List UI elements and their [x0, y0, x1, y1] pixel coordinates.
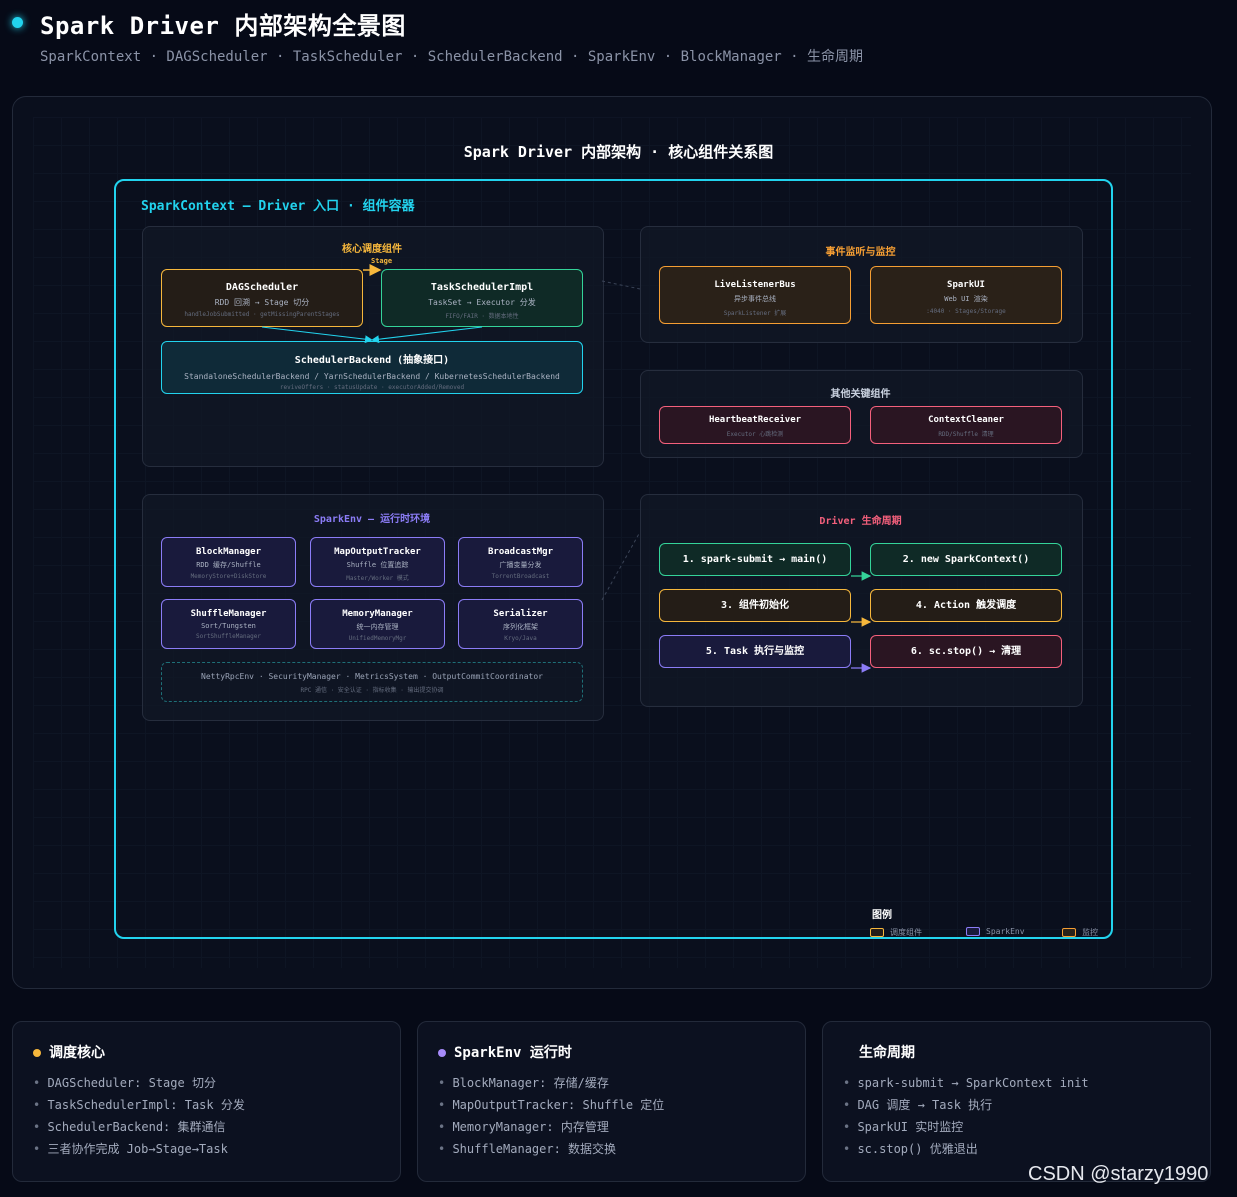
legend-swatch-monitor	[1062, 928, 1076, 937]
scheduling-to-events-link	[601, 280, 641, 290]
dag-to-backend-arrow	[261, 326, 373, 344]
card-scheduling-core-heading: 调度核心	[49, 1045, 105, 1061]
card-sparkenv-runtime-list: BlockManager: 存储/缓存 MapOutputTracker: Sh…	[438, 1072, 664, 1160]
card-sparkenv-runtime: SparkEnv 运行时 BlockManager: 存储/缓存 MapOutp…	[417, 1021, 806, 1182]
legend-title: 图例	[872, 910, 892, 921]
card-sparkenv-runtime-heading: SparkEnv 运行时	[454, 1045, 572, 1061]
card-scheduling-core: 调度核心 DAGScheduler: Stage 切分 TaskSchedule…	[12, 1021, 401, 1182]
list-item: DAGScheduler: Stage 切分	[33, 1072, 245, 1094]
list-item: ShuffleManager: 数据交换	[438, 1138, 664, 1160]
list-item: SparkUI 实时监控	[843, 1116, 1089, 1138]
list-item: 三者协作完成 Job→Stage→Task	[33, 1138, 245, 1160]
watermark: CSDN @starzy1990	[1028, 1163, 1209, 1185]
card-scheduling-core-title: 调度核心	[33, 1042, 105, 1062]
card-lifecycle: 生命周期 spark-submit → SparkContext init DA…	[822, 1021, 1211, 1182]
card-scheduling-core-list: DAGScheduler: Stage 切分 TaskSchedulerImpl…	[33, 1072, 245, 1160]
card-sparkenv-runtime-title: SparkEnv 运行时	[438, 1042, 572, 1062]
legend-item-sparkenv: SparkEnv	[966, 927, 1025, 937]
legend-label-scheduling: 调度组件	[890, 928, 922, 937]
legend-item-monitor: 监控	[1062, 927, 1098, 937]
legend-item-scheduling: 调度组件	[870, 927, 922, 937]
legend-label-sparkenv: SparkEnv	[986, 927, 1025, 936]
env-to-lifecycle-link	[601, 531, 641, 601]
yellow-dot-icon	[33, 1049, 41, 1057]
legend-swatch-scheduling	[870, 928, 884, 937]
list-item: sc.stop() 优雅退出	[843, 1138, 1089, 1160]
list-item: BlockManager: 存储/缓存	[438, 1072, 664, 1094]
list-item: MemoryManager: 内存管理	[438, 1116, 664, 1138]
list-item: MapOutputTracker: Shuffle 定位	[438, 1094, 664, 1116]
list-item: spark-submit → SparkContext init	[843, 1072, 1088, 1094]
list-item: DAG 调度 → Task 执行	[843, 1094, 1089, 1116]
card-lifecycle-list: spark-submit → SparkContext init DAG 调度 …	[843, 1072, 1089, 1160]
legend-swatch-sparkenv	[966, 927, 980, 936]
connector-arrows	[261, 264, 872, 673]
list-item: SchedulerBackend: 集群通信	[33, 1116, 245, 1138]
legend-label-monitor: 监控	[1082, 928, 1098, 937]
card-lifecycle-title: 生命周期	[859, 1045, 915, 1061]
task-to-backend-arrow	[371, 326, 483, 344]
list-item: TaskSchedulerImpl: Task 分发	[33, 1094, 244, 1116]
purple-dot-icon	[438, 1049, 446, 1057]
